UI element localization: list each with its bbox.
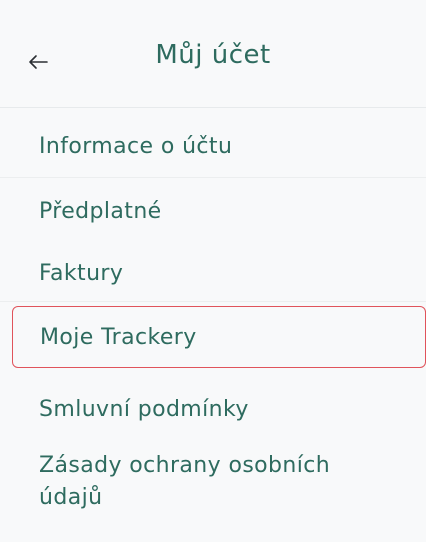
menu-item-label: Smluvní podmínky — [39, 396, 249, 422]
page-title: Můj účet — [155, 40, 271, 70]
menu-item-label-line2: údajů — [39, 485, 103, 510]
menu-item-subscription[interactable]: Předplatné — [0, 180, 426, 242]
menu-item-label: Moje Trackery — [40, 324, 197, 350]
account-screen: Můj účet Informace o účtu Předplatné Fak… — [0, 0, 426, 542]
menu-item-label: Informace o účtu — [39, 133, 233, 159]
menu-item-label: Předplatné — [39, 198, 162, 224]
menu-item-privacy-policy[interactable]: Zásady ochrany osobních údajů — [0, 450, 426, 520]
menu-item-label-line1: Zásady ochrany osobních — [39, 453, 331, 478]
header: Můj účet — [0, 0, 426, 108]
menu-item-my-trackers[interactable]: Moje Trackery — [12, 306, 426, 368]
menu-item-invoices[interactable]: Faktury — [0, 242, 426, 304]
menu-item-label: Faktury — [39, 260, 124, 286]
menu-item-terms[interactable]: Smluvní podmínky — [0, 378, 426, 440]
menu-item-account-info[interactable]: Informace o účtu — [0, 118, 426, 174]
divider — [0, 301, 426, 302]
divider — [0, 177, 426, 178]
